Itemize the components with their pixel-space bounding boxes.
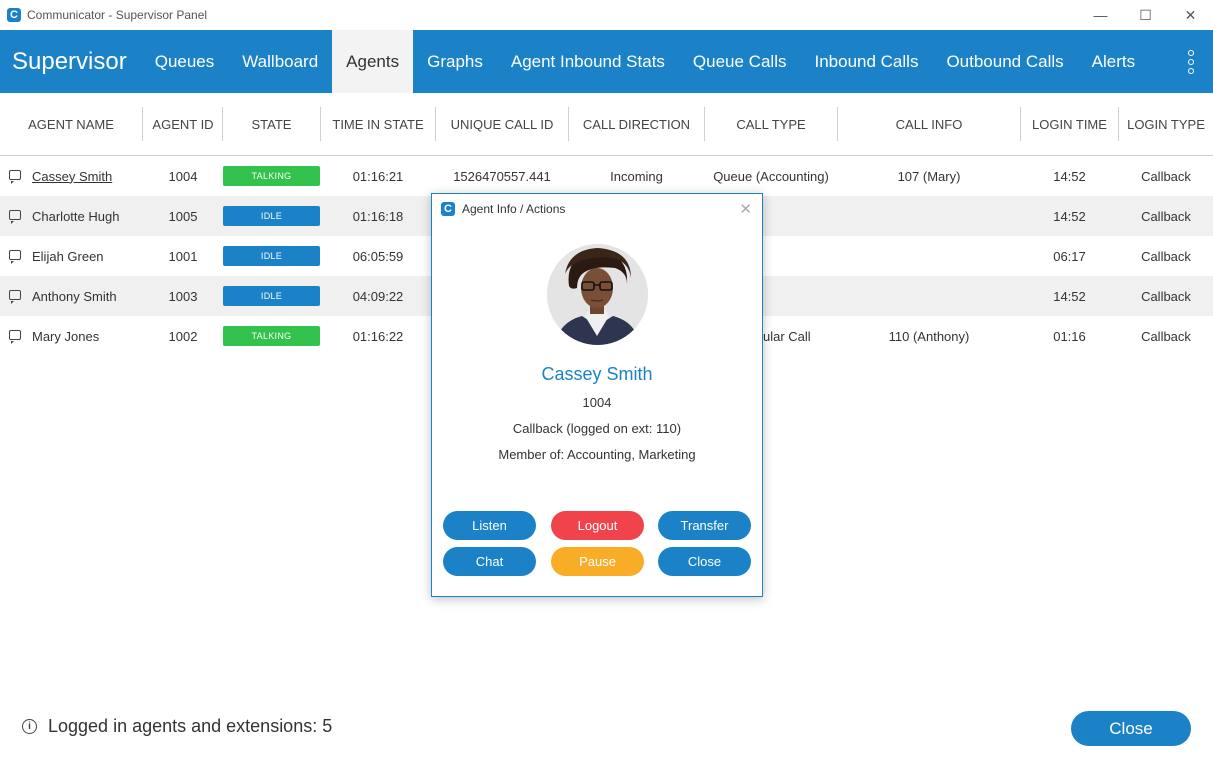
time-in-state: 01:16:18	[352, 208, 404, 224]
chat-icon[interactable]	[9, 250, 21, 264]
state-badge: IDLE	[223, 246, 320, 266]
close-icon[interactable]: ✕	[1168, 0, 1213, 30]
window-titlebar: C Communicator - Supervisor Panel — ☐ ✕	[0, 0, 1213, 30]
login-info-text: Callback (logged on ext: 110)	[512, 421, 682, 436]
login-time: 14:52	[1053, 168, 1086, 184]
time-in-state: 01:16:21	[352, 168, 404, 184]
dialog-close-icon[interactable]: ✕	[739, 200, 752, 218]
transfer-button[interactable]: Transfer	[658, 511, 751, 540]
time-in-state: 04:09:22	[352, 288, 404, 304]
app-logo-icon: C	[441, 202, 455, 216]
agent-name-link[interactable]: Cassey Smith	[32, 169, 112, 184]
agent-id: 1002	[168, 328, 198, 344]
column-header-agent-id[interactable]: AGENT ID	[143, 93, 223, 156]
listen-button[interactable]: Listen	[443, 511, 536, 540]
pause-button[interactable]: Pause	[551, 547, 644, 576]
column-header-login-time[interactable]: LOGIN TIME	[1021, 93, 1118, 156]
dialog-close-button[interactable]: Close	[658, 547, 751, 576]
agent-info-dialog: C Agent Info / Actions ✕ Cassey Smith 10…	[431, 193, 763, 597]
login-time: 06:17	[1053, 248, 1086, 264]
tab-alerts[interactable]: Alerts	[1078, 30, 1149, 93]
tab-agent-inbound-stats[interactable]: Agent Inbound Stats	[497, 30, 679, 93]
tab-queues[interactable]: Queues	[141, 30, 229, 93]
tab-graphs[interactable]: Graphs	[413, 30, 497, 93]
agent-name[interactable]: Elijah Green	[32, 236, 142, 276]
app-logo-icon: C	[7, 8, 21, 22]
brand-title: Supervisor	[12, 47, 127, 75]
more-menu-icon[interactable]	[1187, 50, 1195, 74]
window-title: Communicator - Supervisor Panel	[27, 8, 208, 22]
agent-name[interactable]: Anthony Smith	[32, 276, 142, 316]
login-time: 01:16	[1053, 328, 1086, 344]
login-type: Callback	[1141, 168, 1191, 184]
login-type: Callback	[1141, 248, 1191, 264]
time-in-state: 06:05:59	[352, 248, 404, 264]
close-button[interactable]: Close	[1071, 711, 1191, 746]
dialog-title: Agent Info / Actions	[462, 202, 566, 216]
table-row[interactable]: Cassey Smith 1004 TALKING 01:16:21 15264…	[0, 156, 1213, 196]
agent-id: 1005	[168, 208, 198, 224]
agent-name-heading: Cassey Smith	[541, 364, 653, 384]
column-header-unique-call-id[interactable]: UNIQUE CALL ID	[436, 93, 568, 156]
maximize-icon[interactable]: ☐	[1123, 0, 1168, 30]
logged-in-count-text: Logged in agents and extensions: 5	[48, 716, 333, 736]
state-badge: TALKING	[223, 166, 320, 186]
agent-id: 1003	[168, 288, 198, 304]
column-header-call-type[interactable]: CALL TYPE	[705, 93, 837, 156]
column-header-login-type[interactable]: LOGIN TYPE	[1119, 93, 1213, 156]
call-type: ular Call	[763, 328, 811, 344]
call-info: 110 (Anthony)	[888, 328, 970, 344]
call-info: 107 (Mary)	[897, 168, 961, 184]
main-nav: Supervisor Queues Wallboard Agents Graph…	[0, 30, 1213, 93]
avatar	[547, 244, 648, 345]
login-time: 14:52	[1053, 208, 1086, 224]
state-badge: TALKING	[223, 326, 320, 346]
unique-call-id: 1526470557.441	[453, 168, 551, 184]
agent-id: 1001	[168, 248, 198, 264]
agent-name[interactable]: Mary Jones	[32, 316, 142, 356]
column-header-state[interactable]: STATE	[223, 93, 320, 156]
agents-table-header: AGENT NAME AGENT ID STATE TIME IN STATE …	[0, 93, 1213, 156]
logout-button[interactable]: Logout	[551, 511, 644, 540]
column-header-agent-name[interactable]: AGENT NAME	[0, 93, 142, 156]
state-badge: IDLE	[223, 286, 320, 306]
column-header-call-direction[interactable]: CALL DIRECTION	[569, 93, 704, 156]
tab-inbound-calls[interactable]: Inbound Calls	[800, 30, 932, 93]
info-icon: i	[22, 719, 37, 734]
tab-queue-calls[interactable]: Queue Calls	[679, 30, 801, 93]
agent-id: 1004	[168, 168, 198, 184]
tab-wallboard[interactable]: Wallboard	[228, 30, 332, 93]
chat-icon[interactable]	[9, 210, 21, 224]
footer-status: i Logged in agents and extensions: 5	[22, 716, 332, 737]
agent-name[interactable]: Charlotte Hugh	[32, 196, 142, 236]
chat-icon[interactable]	[9, 330, 21, 344]
tab-agents[interactable]: Agents	[332, 30, 414, 93]
state-badge: IDLE	[223, 206, 320, 226]
agent-id-text: 1004	[582, 395, 612, 410]
minimize-icon[interactable]: —	[1078, 0, 1123, 30]
login-type: Callback	[1141, 208, 1191, 224]
chat-button[interactable]: Chat	[443, 547, 536, 576]
chat-icon[interactable]	[9, 170, 21, 184]
dialog-titlebar: C Agent Info / Actions ✕	[432, 194, 762, 224]
column-header-call-info[interactable]: CALL INFO	[838, 93, 1020, 156]
login-time: 14:52	[1053, 288, 1086, 304]
membership-text: Member of: Accounting, Marketing	[498, 447, 696, 462]
time-in-state: 01:16:22	[352, 328, 404, 344]
call-type: Queue (Accounting)	[713, 168, 829, 184]
window-controls: — ☐ ✕	[1078, 0, 1213, 30]
tab-outbound-calls[interactable]: Outbound Calls	[932, 30, 1077, 93]
chat-icon[interactable]	[9, 290, 21, 304]
call-direction: Incoming	[610, 168, 663, 184]
login-type: Callback	[1141, 288, 1191, 304]
login-type: Callback	[1141, 328, 1191, 344]
column-header-time-in-state[interactable]: TIME IN STATE	[321, 93, 435, 156]
